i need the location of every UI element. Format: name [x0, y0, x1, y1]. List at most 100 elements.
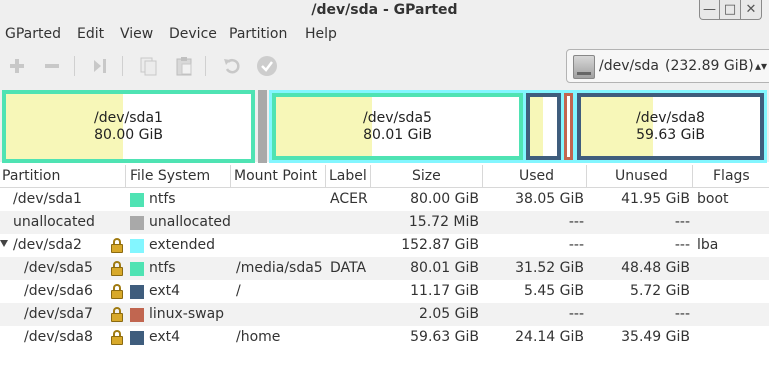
chevron-up-down-icon: ▴▾ [755, 59, 768, 73]
size-cell: 80.00 GiB [410, 191, 479, 207]
unused-cell: --- [674, 214, 690, 230]
partition-cell: /dev/sda2 [13, 237, 82, 253]
undo-icon[interactable] [220, 54, 244, 78]
table-row[interactable]: /dev/sda7 linux-swap 2.05 GiB --- --- [0, 303, 769, 326]
column-header-used[interactable]: Used [519, 168, 554, 184]
table-row[interactable]: /dev/sda1 ntfs ACER 80.00 GiB 38.05 GiB … [0, 188, 769, 211]
size-cell: 2.05 GiB [419, 306, 479, 322]
map-partition-name: /dev/sda1 [94, 110, 163, 126]
column-header-partition[interactable]: Partition [2, 168, 60, 184]
map-partition-size: 59.63 GiB [636, 127, 705, 143]
column-header-label[interactable]: Label [329, 168, 367, 184]
filesystem-cell: linux-swap [149, 306, 225, 322]
partition-cell: /dev/sda6 [24, 283, 93, 299]
mount-point-cell: / [236, 283, 241, 299]
used-cell: 31.52 GiB [515, 260, 584, 276]
map-unallocated[interactable] [258, 90, 267, 163]
lock-icon [111, 330, 123, 345]
resize-move-icon[interactable] [88, 54, 112, 78]
filesystem-cell: extended [149, 237, 216, 253]
filesystem-color-swatch [130, 262, 144, 276]
menu-partition[interactable]: Partition [229, 26, 287, 42]
column-header-unused[interactable]: Unused [615, 168, 668, 184]
column-header-filesystem[interactable]: File System [130, 168, 210, 184]
column-divider [692, 165, 693, 187]
size-cell: 59.63 GiB [410, 329, 479, 345]
column-header-size[interactable]: Size [412, 168, 441, 184]
copy-icon[interactable] [136, 54, 160, 78]
map-partition-sda1[interactable]: /dev/sda1 80.00 GiB [2, 90, 255, 163]
minimize-button[interactable]: — [699, 0, 720, 20]
table-row[interactable]: unallocated unallocated 15.72 MiB --- --… [0, 211, 769, 234]
label-cell: DATA [330, 260, 367, 276]
filesystem-color-swatch [130, 216, 144, 230]
size-cell: 152.87 GiB [401, 237, 479, 253]
column-header-mount-point[interactable]: Mount Point [234, 168, 317, 184]
partition-cell: /dev/sda7 [24, 306, 93, 322]
column-header-flags[interactable]: Flags [713, 168, 750, 184]
table-header: Partition File System Mount Point Label … [0, 165, 769, 188]
window-title: /dev/sda - GParted [311, 2, 458, 18]
new-partition-icon[interactable] [5, 54, 29, 78]
map-partition-sda6[interactable] [526, 93, 561, 160]
map-extended-sda2[interactable]: /dev/sda5 80.01 GiB /dev/sda8 59.63 GiB [269, 90, 767, 163]
used-cell: 5.45 GiB [524, 283, 584, 299]
used-cell: 38.05 GiB [515, 191, 584, 207]
partition-cell: /dev/sda8 [24, 329, 93, 345]
hard-disk-icon [573, 55, 595, 79]
table-row[interactable]: /dev/sda2 extended 152.87 GiB --- --- lb… [0, 234, 769, 257]
used-cell: 24.14 GiB [515, 329, 584, 345]
mount-point-cell: /media/sda5 [236, 260, 323, 276]
menu-view[interactable]: View [120, 26, 153, 42]
unused-cell: 5.72 GiB [630, 283, 690, 299]
apply-icon[interactable] [255, 54, 279, 78]
map-partition-name: /dev/sda8 [636, 110, 705, 126]
device-size: (232.89 GiB) [665, 58, 754, 74]
delete-partition-icon[interactable] [40, 54, 64, 78]
filesystem-cell: ext4 [149, 329, 181, 345]
device-selector[interactable]: /dev/sda (232.89 GiB) ▴▾ [566, 49, 769, 83]
menu-gparted[interactable]: GParted [5, 26, 61, 42]
filesystem-color-swatch [130, 285, 144, 299]
table-row[interactable]: /dev/sda6 ext4 / 11.17 GiB 5.45 GiB 5.72… [0, 280, 769, 303]
menu-device[interactable]: Device [169, 26, 217, 42]
toolbar-separator [122, 56, 123, 76]
table-row[interactable]: /dev/sda8 ext4 /home 59.63 GiB 24.14 GiB… [0, 326, 769, 349]
map-partition-name: /dev/sda5 [363, 110, 432, 126]
map-partition-size: 80.00 GiB [94, 127, 163, 143]
used-cell: --- [568, 214, 584, 230]
device-name: /dev/sda [599, 58, 659, 74]
menu-edit[interactable]: Edit [77, 26, 104, 42]
lock-icon [111, 284, 123, 299]
used-cell: --- [568, 306, 584, 322]
size-cell: 15.72 MiB [408, 214, 479, 230]
unused-cell: 41.95 GiB [621, 191, 690, 207]
filesystem-color-swatch [130, 193, 144, 207]
mount-point-cell: /home [236, 329, 281, 345]
partition-cell: unallocated [13, 214, 95, 230]
expander-arrow-icon[interactable] [0, 240, 8, 247]
title-bar: /dev/sda - GParted — □ ✕ [0, 0, 769, 23]
close-button[interactable]: ✕ [741, 0, 762, 20]
partition-table: Partition File System Mount Point Label … [0, 165, 769, 349]
unused-cell: --- [674, 306, 690, 322]
column-divider [325, 165, 326, 187]
unused-cell: 35.49 GiB [621, 329, 690, 345]
column-divider [586, 165, 587, 187]
filesystem-color-swatch [130, 308, 144, 322]
filesystem-cell: unallocated [149, 214, 231, 230]
paste-icon[interactable] [172, 54, 196, 78]
map-partition-sda8[interactable]: /dev/sda8 59.63 GiB [577, 93, 764, 160]
window-controls: — □ ✕ [699, 0, 762, 20]
toolbar: /dev/sda (232.89 GiB) ▴▾ [0, 47, 769, 86]
menu-help[interactable]: Help [305, 26, 337, 42]
table-row[interactable]: /dev/sda5 ntfs /media/sda5 DATA 80.01 Gi… [0, 257, 769, 280]
column-divider [125, 165, 126, 187]
map-partition-sda7[interactable] [564, 93, 573, 160]
toolbar-separator [74, 56, 75, 76]
toolbar-separator [205, 56, 206, 76]
map-partition-size: 80.01 GiB [363, 127, 432, 143]
maximize-button[interactable]: □ [720, 0, 741, 20]
filesystem-color-swatch [130, 331, 144, 345]
map-partition-sda5[interactable]: /dev/sda5 80.01 GiB [272, 93, 523, 160]
